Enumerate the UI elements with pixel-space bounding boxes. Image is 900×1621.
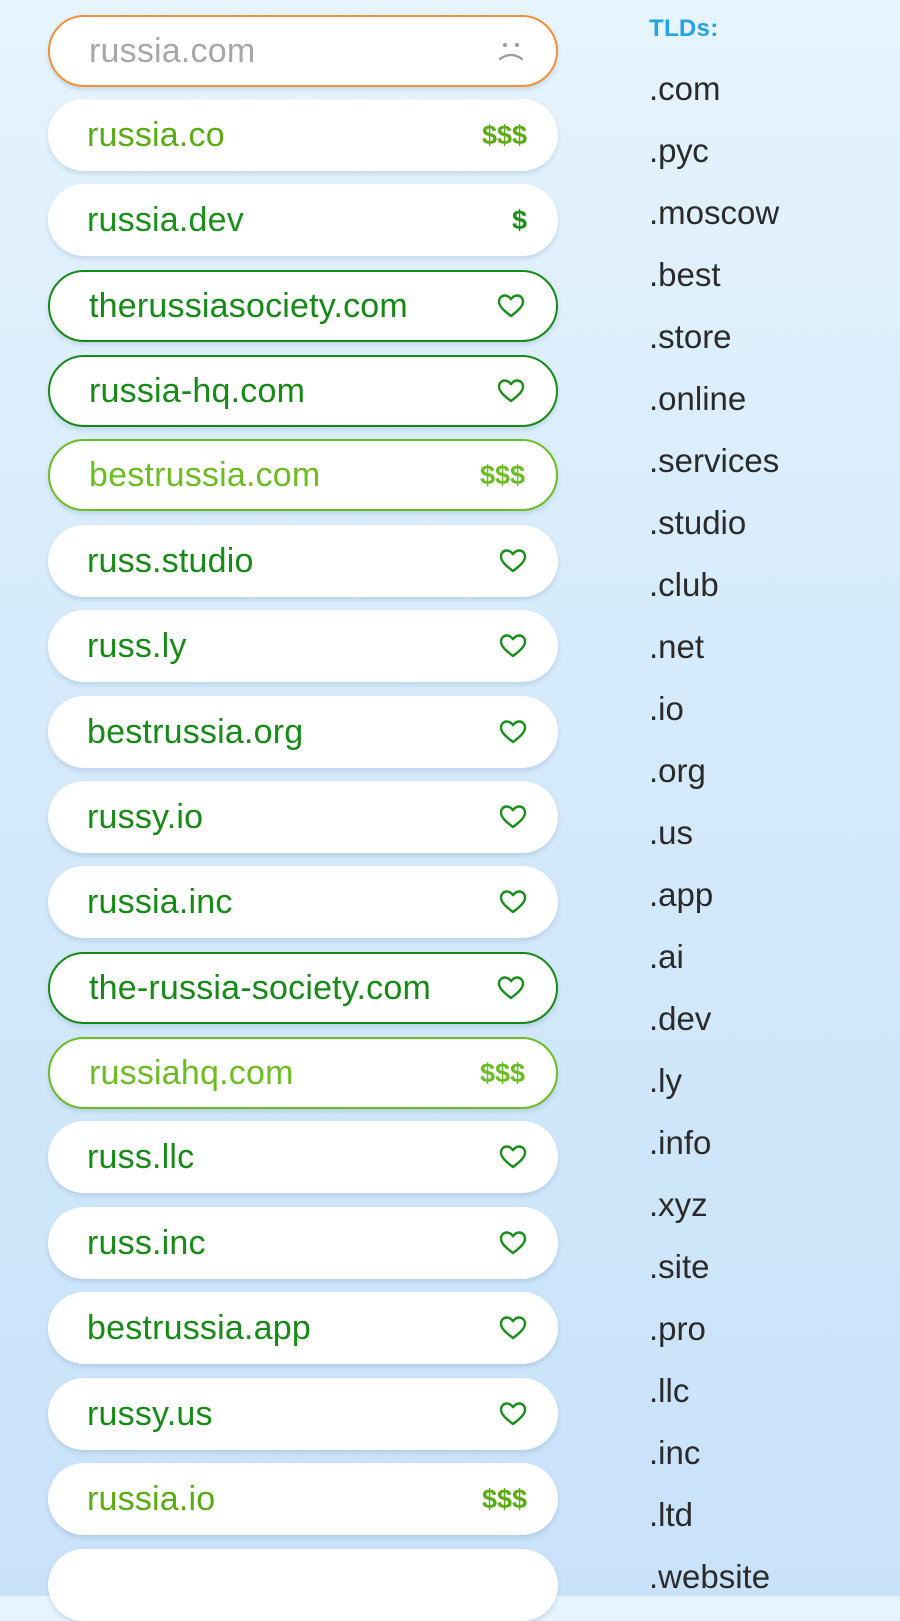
- heart-icon: [499, 1316, 527, 1340]
- domain-name: russy.us: [87, 1395, 213, 1433]
- domain-results-list: russia.com russia.co $$$ russia.dev $ theruss…: [48, 0, 558, 1621]
- tld-heading: TLDs:: [649, 15, 719, 42]
- domain-name: russ.studio: [87, 542, 254, 580]
- tld-item[interactable]: .dev: [649, 1002, 711, 1035]
- heart-icon: [497, 976, 525, 1000]
- tld-item[interactable]: .website: [649, 1560, 770, 1593]
- tld-item[interactable]: .pro: [649, 1312, 706, 1345]
- price-badge: $$$: [481, 119, 527, 150]
- favorite-button[interactable]: [497, 378, 525, 404]
- tld-item[interactable]: .services: [649, 444, 779, 477]
- domain-name: bestrussia.org: [87, 713, 304, 751]
- tld-item[interactable]: .studio: [649, 506, 746, 539]
- tld-item[interactable]: .online: [649, 382, 746, 415]
- domain-result-item[interactable]: therussiasociety.com: [48, 270, 558, 342]
- tld-item[interactable]: .org: [649, 754, 706, 787]
- domain-name: russ.llc: [87, 1138, 195, 1176]
- domain-result-item[interactable]: russia.com: [48, 15, 558, 87]
- tld-item[interactable]: .llc: [649, 1374, 689, 1407]
- domain-result-item[interactable]: russia.io $$$: [48, 1463, 558, 1535]
- price-badge: $$$: [479, 459, 525, 490]
- tld-item[interactable]: .io: [649, 692, 684, 725]
- heart-icon: [499, 1231, 527, 1255]
- favorite-button[interactable]: [499, 804, 527, 830]
- favorite-button[interactable]: [497, 293, 525, 319]
- domain-result-item[interactable]: russia.inc: [48, 866, 558, 938]
- favorite-button[interactable]: [499, 1401, 527, 1427]
- tld-item[interactable]: .us: [649, 816, 693, 849]
- tld-item[interactable]: .info: [649, 1126, 711, 1159]
- domain-result-item[interactable]: russ.inc: [48, 1207, 558, 1279]
- heart-icon: [499, 1145, 527, 1169]
- domain-name: russia.co: [87, 116, 225, 154]
- domain-name: russ.inc: [87, 1224, 206, 1262]
- price-badge: $: [511, 204, 527, 235]
- favorite-button[interactable]: [499, 719, 527, 745]
- frown-icon: [498, 43, 524, 61]
- domain-result-item[interactable]: russy.io: [48, 781, 558, 853]
- tld-item[interactable]: .xyz: [649, 1188, 708, 1221]
- domain-result-item[interactable]: bestrussia.com $$$: [48, 439, 558, 511]
- domain-result-item[interactable]: russia.co $$$: [48, 99, 558, 171]
- domain-name: bestrussia.app: [87, 1309, 311, 1347]
- tld-item[interactable]: .net: [649, 630, 704, 663]
- tld-panel: TLDs: .com .рус .moscow .best .store .online.…: [649, 0, 900, 1596]
- favorite-button[interactable]: [499, 548, 527, 574]
- domain-name: russia.io: [87, 1480, 216, 1518]
- domain-result-item[interactable]: the-russia-society.com: [48, 952, 558, 1024]
- tld-item[interactable]: .com: [649, 72, 721, 105]
- tld-item[interactable]: .app: [649, 878, 713, 911]
- domain-name: the-russia-society.com: [89, 969, 431, 1007]
- heart-icon: [497, 294, 525, 318]
- tld-item[interactable]: .moscow: [649, 196, 779, 229]
- tld-item[interactable]: .ly: [649, 1064, 682, 1097]
- domain-result-item[interactable]: russy.us: [48, 1378, 558, 1450]
- tld-item[interactable]: .ai: [649, 940, 684, 973]
- price-badge: $$$: [481, 1483, 527, 1514]
- price-badge: $$$: [479, 1057, 525, 1088]
- favorite-button[interactable]: [499, 1315, 527, 1341]
- heart-icon: [499, 890, 527, 914]
- favorite-button[interactable]: [499, 889, 527, 915]
- domain-name: russia.com: [89, 32, 256, 70]
- tld-item[interactable]: .store: [649, 320, 732, 353]
- domain-name: russia.dev: [87, 201, 244, 239]
- tld-item[interactable]: .site: [649, 1250, 710, 1283]
- heart-icon: [499, 549, 527, 573]
- favorite-button[interactable]: [499, 1230, 527, 1256]
- favorite-button[interactable]: [497, 975, 525, 1001]
- favorite-button[interactable]: [499, 1144, 527, 1170]
- unavailable-indicator: [497, 38, 525, 64]
- domain-result-item[interactable]: bestrussia.org: [48, 696, 558, 768]
- domain-result-item[interactable]: russ.ly: [48, 610, 558, 682]
- domain-result-item[interactable]: bestrussia.app: [48, 1292, 558, 1364]
- domain-result-item[interactable]: russia.dev $: [48, 184, 558, 256]
- domain-result-item[interactable]: russ.studio: [48, 525, 558, 597]
- tld-item[interactable]: .inc: [649, 1436, 700, 1469]
- tld-item[interactable]: .best: [649, 258, 721, 291]
- domain-name: russy.io: [87, 798, 204, 836]
- domain-name: therussiasociety.com: [89, 287, 408, 325]
- domain-result-item[interactable]: russ.llc: [48, 1121, 558, 1193]
- domain-name: bestrussia.com: [89, 456, 321, 494]
- domain-name: russ.ly: [87, 627, 187, 665]
- tld-item[interactable]: .club: [649, 568, 719, 601]
- domain-result-item[interactable]: russiahq.com $$$: [48, 1037, 558, 1109]
- heart-icon: [497, 379, 525, 403]
- domain-result-item[interactable]: russia-hq.com: [48, 355, 558, 427]
- domain-name: russia.inc: [87, 883, 233, 921]
- domain-result-item[interactable]: [48, 1549, 558, 1621]
- tld-item[interactable]: .рус: [649, 134, 709, 167]
- tld-item[interactable]: .ltd: [649, 1498, 693, 1531]
- domain-name: russiahq.com: [89, 1054, 294, 1092]
- heart-icon: [499, 805, 527, 829]
- heart-icon: [499, 634, 527, 658]
- domain-name: russia-hq.com: [89, 372, 306, 410]
- heart-icon: [499, 720, 527, 744]
- heart-icon: [499, 1402, 527, 1426]
- favorite-button[interactable]: [499, 633, 527, 659]
